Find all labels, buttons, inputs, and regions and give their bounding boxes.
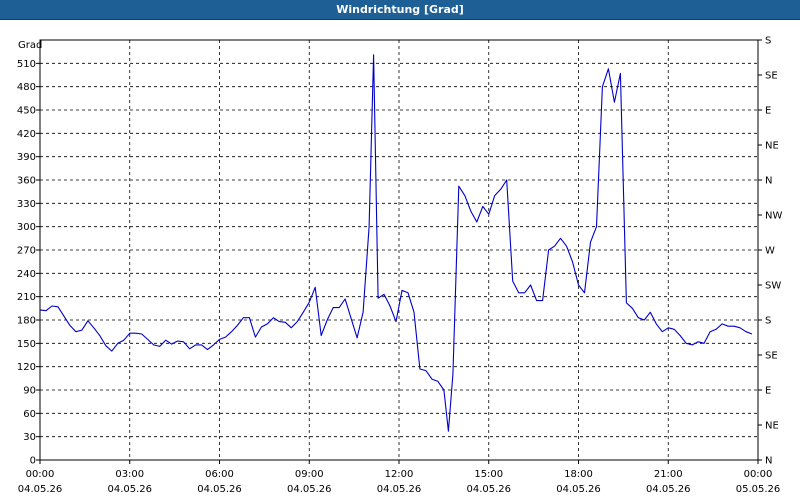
y-tick-label: 510	[17, 59, 36, 70]
y-tick-label: 60	[23, 409, 36, 420]
x-tick-time: 03:00	[115, 469, 144, 480]
x-tick-time: 18:00	[564, 469, 593, 480]
x-tick-time: 12:00	[385, 469, 414, 480]
y-tick-label: 120	[17, 362, 36, 373]
right-tick-label: SE	[765, 351, 778, 362]
x-tick-date: 04.05.26	[556, 484, 601, 495]
x-tick-time: 00:00	[744, 469, 773, 480]
right-tick-label: E	[765, 386, 771, 397]
y-tick-label: 210	[17, 292, 36, 303]
left-axis: 0 30 60 90 120 150 180 210 240 270 300 330 360 390 420…	[17, 59, 40, 467]
y-tick-label: 360	[17, 176, 36, 187]
y-tick-label: 390	[17, 152, 36, 163]
right-tick-label: SE	[765, 71, 778, 82]
x-tick-date: 04.05.26	[197, 484, 242, 495]
x-tick-date: 04.05.26	[287, 484, 332, 495]
y-tick-label: 150	[17, 339, 36, 350]
y-axis-label: Grad	[18, 40, 42, 51]
right-tick-label: N	[765, 176, 772, 187]
x-tick-time: 15:00	[474, 469, 503, 480]
y-tick-label: 240	[17, 269, 36, 280]
x-tick-date: 04.05.26	[377, 484, 422, 495]
x-tick-date: 04.05.26	[466, 484, 511, 495]
right-tick-label: NW	[765, 211, 782, 222]
wind-direction-chart: 0 30 60 90 120 150 180 210 240 270 300 330 360 390 420…	[17, 36, 783, 496]
x-tick-date: 04.05.26	[107, 484, 152, 495]
right-tick-label: W	[765, 246, 775, 257]
y-tick-label: 330	[17, 199, 36, 210]
right-tick-label: S	[765, 36, 771, 47]
y-tick-label: 270	[17, 246, 36, 257]
x-axis: 00:00 04.05.26 03:00 04.05.26 06:00 04.05.26 0…	[18, 460, 781, 495]
x-tick-time: 06:00	[205, 469, 234, 480]
right-tick-label: NE	[765, 421, 779, 432]
y-tick-label: 300	[17, 222, 36, 233]
x-tick-time: 21:00	[654, 469, 683, 480]
x-tick-date: 04.05.26	[18, 484, 63, 495]
y-tick-label: 450	[17, 106, 36, 117]
y-tick-label: 420	[17, 129, 36, 140]
x-tick-time: 09:00	[295, 469, 324, 480]
y-tick-label: 480	[17, 82, 36, 93]
y-tick-label: 0	[30, 456, 36, 467]
y-tick-label: 90	[23, 386, 36, 397]
right-axis: N NE E SE S SW W NW N NE E SE S	[758, 36, 782, 467]
right-tick-label: E	[765, 106, 771, 117]
right-tick-label: NE	[765, 141, 779, 152]
y-tick-label: 180	[17, 316, 36, 327]
right-tick-label: N	[765, 456, 772, 467]
y-tick-label: 30	[23, 432, 36, 443]
x-tick-time: 00:00	[26, 469, 55, 480]
right-tick-label: SW	[765, 281, 781, 292]
x-tick-date: 04.05.26	[646, 484, 691, 495]
x-tick-date: 05.05.26	[736, 484, 781, 495]
right-tick-label: S	[765, 316, 771, 327]
